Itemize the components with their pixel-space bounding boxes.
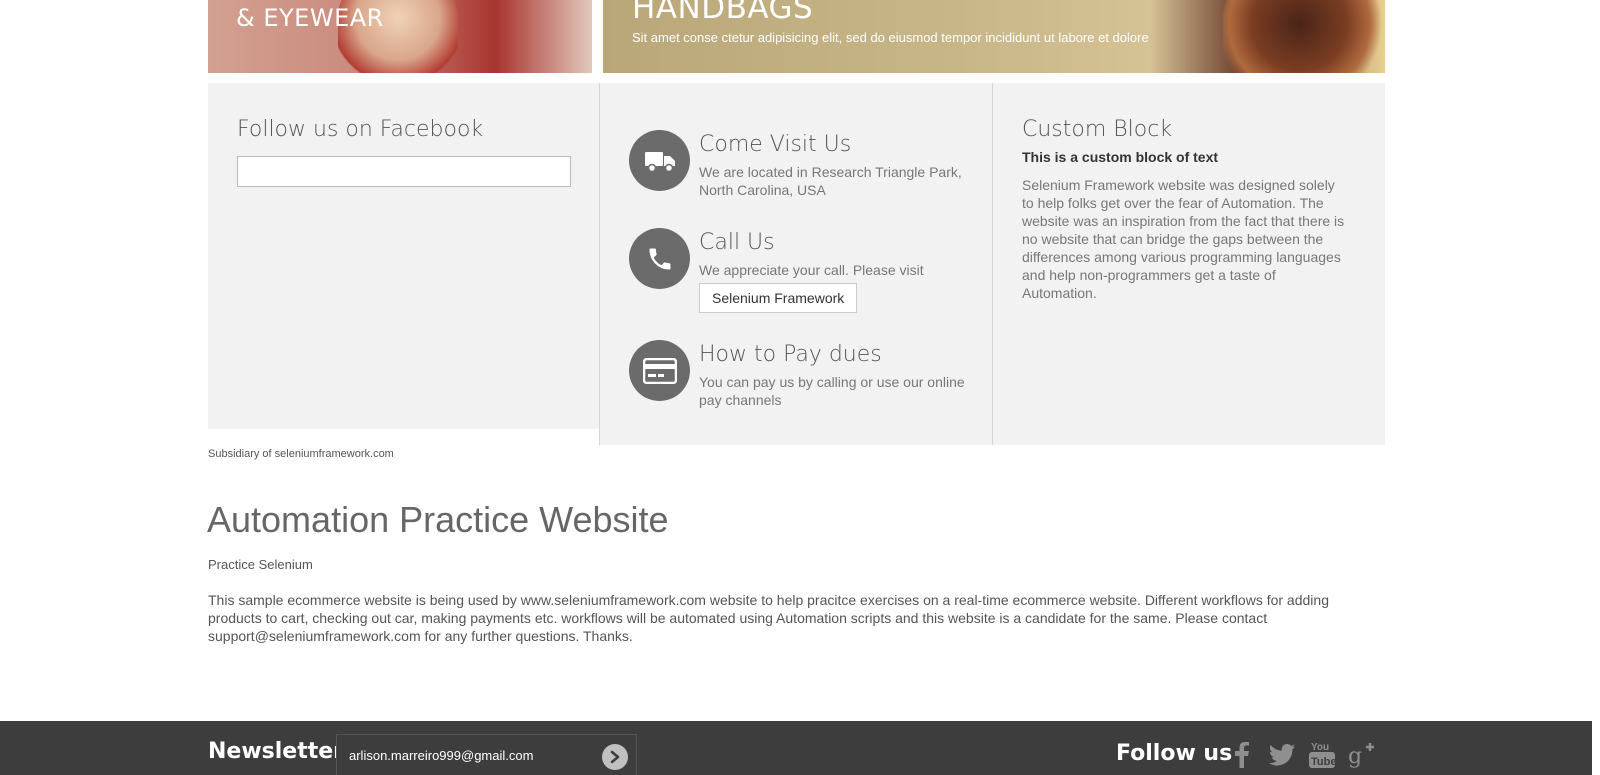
banner-handbag-image (1223, 0, 1385, 73)
footer: Newsletter Follow us You Tube g (0, 721, 1592, 775)
credit-card-icon (629, 340, 690, 401)
info-block: Follow us on Facebook Come Visit Us We a… (208, 83, 1385, 445)
selenium-framework-button[interactable]: Selenium Framework (699, 283, 858, 313)
phone-icon (629, 228, 690, 289)
custom-block-heading: Custom Block (1022, 117, 1173, 142)
contact-desc: You can pay us by calling or use our onl… (699, 374, 965, 408)
eyewear-banner-title: & EYEWEAR (236, 4, 384, 32)
chevron-right-icon (610, 750, 620, 764)
newsletter-submit-button[interactable] (602, 744, 628, 770)
svg-text:g: g (1348, 744, 1362, 769)
contact-desc: We appreciate your call. Please visit (699, 262, 924, 278)
contact-title: Come Visit Us (699, 132, 852, 157)
facebook-column: Follow us on Facebook (208, 83, 599, 429)
truck-icon (629, 130, 690, 191)
custom-block-column: Custom Block This is a custom block of t… (993, 83, 1385, 445)
contact-title: Call Us (699, 230, 775, 255)
svg-text:You: You (1311, 742, 1329, 753)
facebook-icon[interactable] (1228, 739, 1256, 771)
newsletter-form (336, 734, 637, 775)
follow-us-label: Follow us (1116, 741, 1233, 766)
facebook-widget[interactable] (237, 156, 571, 187)
page-description: This sample ecommerce website is being u… (208, 592, 1329, 644)
handbags-banner[interactable]: HANDBAGS Sit amet conse ctetur adipisici… (603, 0, 1385, 73)
eyewear-banner[interactable]: & EYEWEAR (208, 0, 592, 73)
contact-column: Come Visit Us We are located in Research… (599, 83, 993, 445)
facebook-heading: Follow us on Facebook (237, 117, 484, 142)
youtube-icon[interactable]: You Tube (1308, 739, 1336, 771)
newsletter-email-input[interactable] (349, 748, 589, 763)
page-subtitle: Practice Selenium (208, 557, 313, 572)
contact-desc: We are located in Research Triangle Park… (699, 164, 962, 198)
newsletter-label: Newsletter (208, 739, 345, 764)
contact-title: How to Pay dues (699, 342, 882, 367)
handbags-banner-title: HANDBAGS (632, 0, 814, 26)
google-plus-icon[interactable]: g (1348, 739, 1376, 771)
page-title: Automation Practice Website (207, 499, 669, 540)
custom-block-text: Selenium Framework website was designed … (1022, 177, 1345, 301)
twitter-icon[interactable] (1268, 739, 1296, 771)
handbags-banner-text: Sit amet conse ctetur adipisicing elit, … (632, 30, 1149, 45)
svg-text:Tube: Tube (1311, 756, 1335, 768)
subsidiary-text: Subsidiary of seleniumframework.com (208, 448, 394, 460)
custom-block-subheading: This is a custom block of text (1022, 149, 1219, 165)
